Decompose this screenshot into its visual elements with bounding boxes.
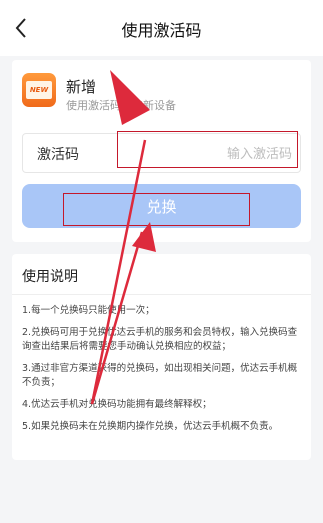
header-bar: 使用激活码 — [0, 0, 323, 56]
divider — [12, 294, 311, 295]
redeem-button-label: 兑换 — [146, 197, 177, 216]
instruction-item: 3.通过非官方渠道获得的兑换码，如出现相关问题，优达云手机概不负责； — [22, 363, 298, 388]
instructions-title: 使用说明 — [22, 269, 78, 285]
activation-code-label: 激活码 — [37, 147, 79, 163]
new-logo-badge: NEW — [26, 81, 52, 99]
activation-card: NEW 新增 使用激活码增加新设备 激活码 兑换 — [12, 60, 311, 242]
instruction-item: 5.如果兑换码未在兑换期内操作兑换，优达云手机概不负责。 — [22, 421, 279, 432]
page-title: 使用激活码 — [121, 21, 202, 40]
product-subtitle: 使用激活码增加新设备 — [66, 99, 176, 112]
instruction-item: 2.兑换码可用于兑换优达云手机的服务和会员特权，输入兑换码查询查出结果后将需要您… — [22, 327, 298, 352]
activation-code-input[interactable] — [134, 139, 294, 169]
instruction-item: 1.每一个兑换码只能使用一次； — [22, 305, 155, 316]
activation-code-row: 激活码 — [22, 133, 301, 173]
product-title: 新增 — [66, 78, 97, 96]
instructions-card: 使用说明 1.每一个兑换码只能使用一次； 2.兑换码可用于兑换优达云手机的服务和… — [12, 254, 311, 460]
new-device-logo: NEW — [22, 73, 56, 107]
redeem-button[interactable]: 兑换 — [22, 184, 301, 228]
instruction-item: 4.优达云手机对兑换码功能拥有最终解释权； — [22, 399, 212, 410]
instructions-list: 1.每一个兑换码只能使用一次； 2.兑换码可用于兑换优达云手机的服务和会员特权，… — [22, 304, 304, 442]
